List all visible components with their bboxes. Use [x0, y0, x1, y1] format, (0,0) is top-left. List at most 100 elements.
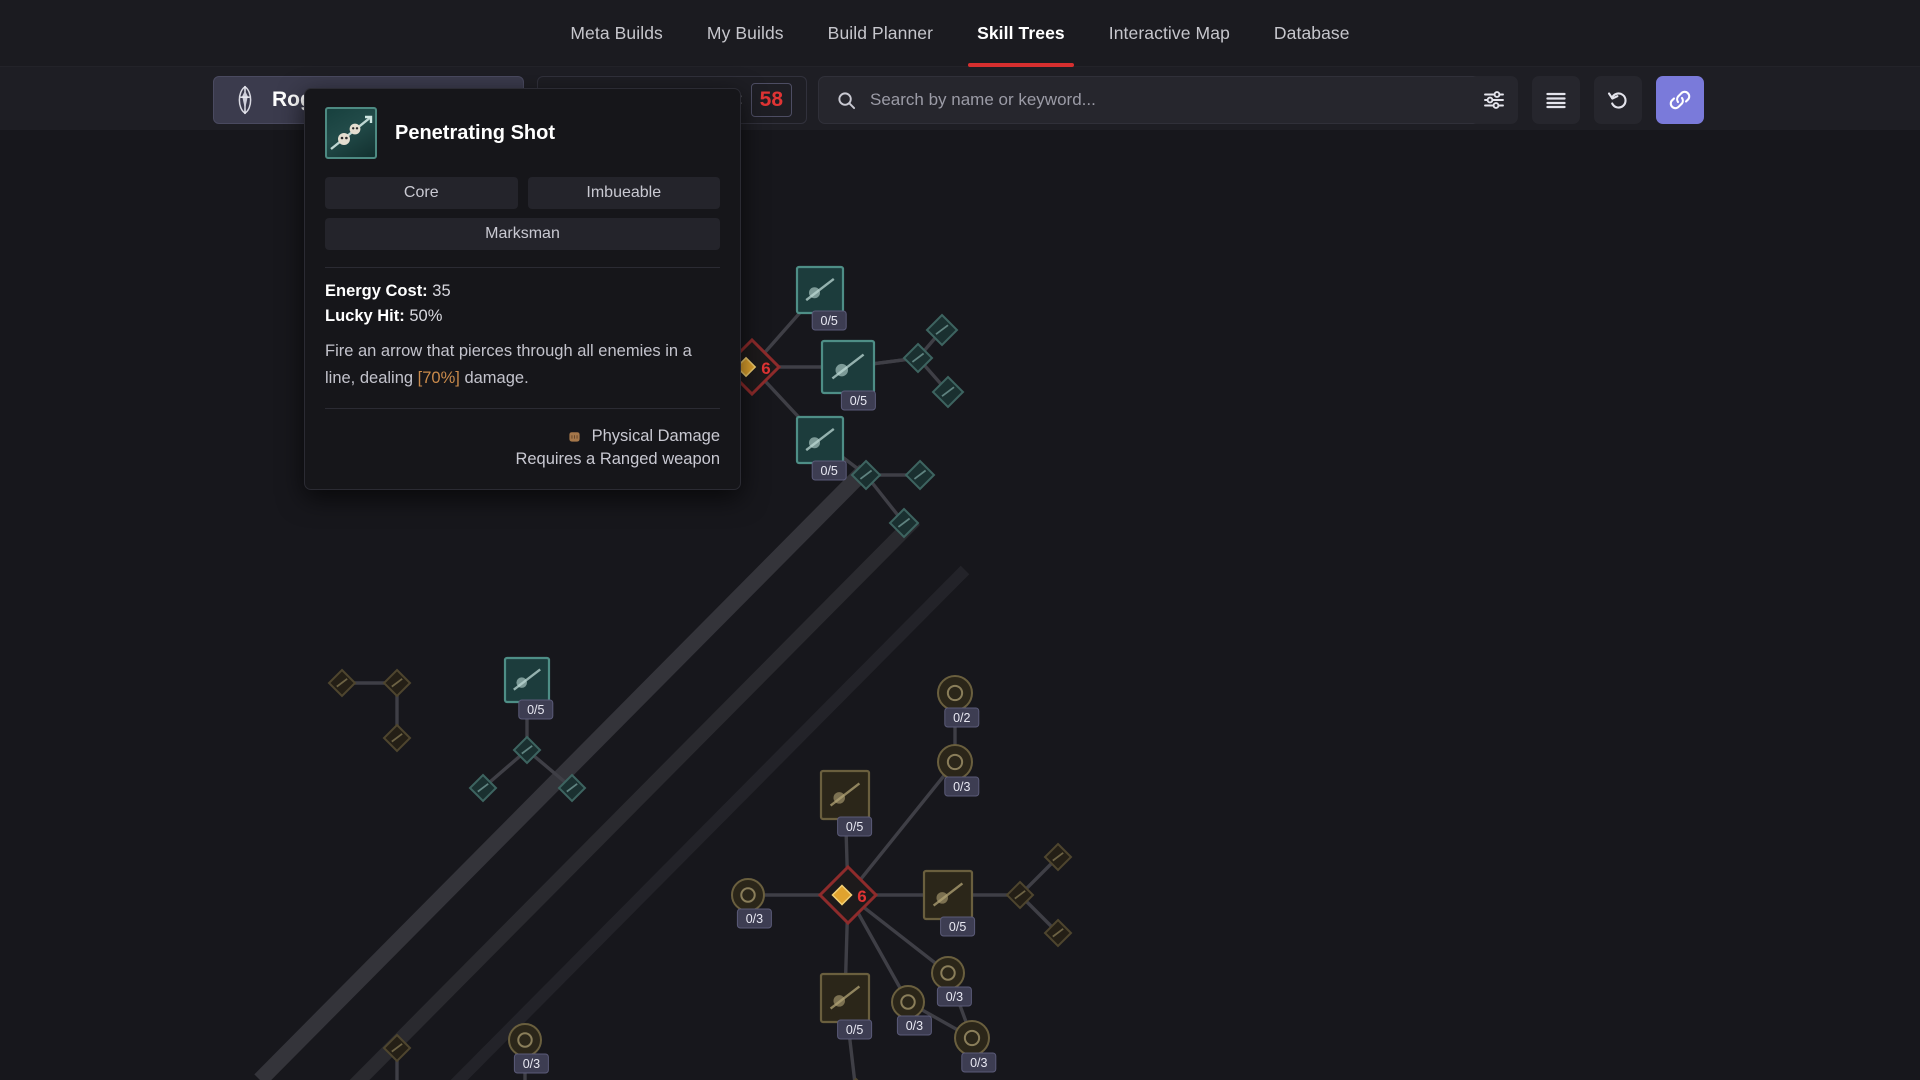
tooltip-tag-imbueable[interactable]: Imbueable — [528, 177, 721, 209]
reset-tree-button[interactable] — [1594, 76, 1642, 124]
hub-point-value: 6 — [857, 887, 866, 906]
tree-node[interactable] — [384, 725, 410, 751]
sliders-icon — [1482, 88, 1506, 112]
node-rank-badge: 0/3 — [937, 987, 971, 1006]
node-rank-badge: 0/5 — [841, 391, 875, 410]
svg-text:0/5: 0/5 — [527, 703, 544, 717]
undo-arrow-icon — [1606, 88, 1630, 112]
tree-node[interactable] — [955, 1021, 989, 1055]
nav-item-label: Interactive Map — [1109, 23, 1230, 44]
hamburger-icon — [1544, 88, 1568, 112]
list-view-button[interactable] — [1532, 76, 1580, 124]
node-rank-badge: 0/5 — [519, 700, 553, 719]
tree-node[interactable] — [932, 957, 964, 989]
tooltip-tags: Core Imbueable — [325, 177, 720, 209]
node-rank-badge: 0/3 — [737, 909, 771, 928]
tree-node[interactable] — [821, 771, 869, 819]
node-rank-badge: 0/3 — [945, 777, 979, 796]
nav-item-my-builds[interactable]: My Builds — [685, 0, 806, 67]
search-box[interactable]: Search by name or keyword... — [818, 76, 1498, 124]
tooltip-description: Fire an arrow that pierces through all e… — [325, 338, 720, 391]
nav-item-label: My Builds — [707, 23, 784, 44]
tooltip-description-highlight: [70%] — [418, 369, 460, 387]
tooltip-stat-energy-cost-value: 35 — [432, 282, 450, 300]
skill-tree-canvas[interactable]: 0/5 0/5 0/5 6 0/5 0/5 0/3 0/2 6 0/3 0/5 0/5 0/3 0/3 0/… — [0, 130, 1920, 1080]
skill-tree-graph: 0/5 0/5 0/5 6 0/5 0/5 0/3 0/2 6 0/3 0/5 0/5 0/3 0/3 0/… — [0, 130, 1920, 1080]
skill-tree-page: Meta Builds My Builds Build Planner Skill T… — [0, 0, 1920, 1080]
tree-node[interactable] — [821, 974, 869, 1022]
tree-node[interactable] — [822, 341, 874, 393]
tree-node[interactable] — [797, 417, 843, 463]
nav-item-meta-builds[interactable]: Meta Builds — [548, 0, 685, 67]
skill-tooltip: Penetrating Shot Core Imbueable Marksman… — [304, 88, 741, 490]
svg-text:0/5: 0/5 — [821, 464, 838, 478]
tree-node[interactable] — [505, 658, 549, 702]
tooltip-cluster[interactable]: Marksman — [325, 218, 720, 250]
tooltip-stat-lucky-hit-label: Lucky Hit: — [325, 307, 405, 325]
svg-text:0/3: 0/3 — [970, 1056, 987, 1070]
tooltip-header: Penetrating Shot — [325, 107, 720, 159]
node-rank-badge: 0/5 — [838, 817, 872, 836]
node-rank-badge: 0/5 — [812, 311, 846, 330]
tree-node[interactable] — [938, 745, 972, 779]
tooltip-footer-divider — [325, 408, 720, 409]
svg-text:0/5: 0/5 — [821, 314, 838, 328]
nav-active-underline — [968, 63, 1074, 67]
node-rank-badge: 0/3 — [962, 1053, 996, 1072]
tree-node[interactable] — [938, 676, 972, 710]
tooltip-damage-type: Physical Damage — [592, 427, 720, 446]
nav-item-label: Skill Trees — [977, 23, 1065, 44]
search-input-placeholder[interactable]: Search by name or keyword... — [870, 90, 1096, 110]
main-navigation: Meta Builds My Builds Build Planner Skill T… — [0, 0, 1920, 67]
fist-icon — [566, 428, 583, 445]
tooltip-title: Penetrating Shot — [395, 122, 555, 145]
rogue-bow-dagger-icon — [230, 85, 260, 115]
node-rank-badge: 0/5 — [838, 1020, 872, 1039]
svg-text:0/3: 0/3 — [523, 1057, 540, 1071]
svg-text:0/5: 0/5 — [850, 394, 867, 408]
tree-node[interactable] — [384, 670, 410, 696]
tooltip-divider — [325, 267, 720, 268]
nav-item-interactive-map[interactable]: Interactive Map — [1087, 0, 1252, 67]
node-rank-badge: 0/5 — [941, 917, 975, 936]
tree-node[interactable] — [906, 461, 934, 489]
svg-text:0/5: 0/5 — [846, 820, 863, 834]
tree-node[interactable] — [732, 879, 764, 911]
svg-text:0/5: 0/5 — [949, 920, 966, 934]
tooltip-stat-energy-cost-label: Energy Cost: — [325, 282, 428, 300]
tooltip-requirement: Requires a Ranged weapon — [325, 450, 720, 469]
tree-node[interactable] — [509, 1024, 541, 1056]
tree-node[interactable] — [924, 871, 972, 919]
node-rank-badge: 0/5 — [812, 461, 846, 480]
svg-text:0/3: 0/3 — [906, 1019, 923, 1033]
node-rank-badge: 0/3 — [897, 1016, 931, 1035]
tooltip-footer: Physical Damage Requires a Ranged weapon — [325, 427, 720, 469]
nav-item-label: Meta Builds — [570, 23, 663, 44]
node-rank-badge: 0/3 — [514, 1054, 548, 1073]
nav-item-database[interactable]: Database — [1252, 0, 1372, 67]
link-icon — [1668, 88, 1692, 112]
nav-item-label: Database — [1274, 23, 1350, 44]
tooltip-stat-lucky-hit-value: 50% — [409, 307, 442, 325]
nav-item-build-planner[interactable]: Build Planner — [806, 0, 955, 67]
svg-text:0/2: 0/2 — [953, 711, 970, 725]
tooltip-tag-core[interactable]: Core — [325, 177, 518, 209]
tooltip-stat-energy-cost: Energy Cost: 35 — [325, 282, 720, 301]
search-icon — [837, 91, 856, 110]
hub-point-value: 6 — [761, 359, 770, 378]
penetrating-shot-skill-icon — [325, 107, 377, 159]
tree-node[interactable] — [797, 267, 843, 313]
nav-item-skill-trees[interactable]: Skill Trees — [955, 0, 1087, 67]
tooltip-description-post: damage. — [460, 369, 529, 387]
svg-text:0/5: 0/5 — [846, 1023, 863, 1037]
tree-node[interactable] — [892, 986, 924, 1018]
svg-text:0/3: 0/3 — [953, 780, 970, 794]
tree-node[interactable]: 6 — [820, 867, 876, 923]
tooltip-stat-lucky-hit: Lucky Hit: 50% — [325, 307, 720, 326]
svg-text:0/3: 0/3 — [946, 990, 963, 1004]
svg-text:0/3: 0/3 — [746, 912, 763, 926]
share-link-button[interactable] — [1656, 76, 1704, 124]
filter-settings-button[interactable] — [1470, 76, 1518, 124]
tree-node[interactable] — [329, 670, 355, 696]
node-rank-badge: 0/2 — [945, 708, 979, 727]
